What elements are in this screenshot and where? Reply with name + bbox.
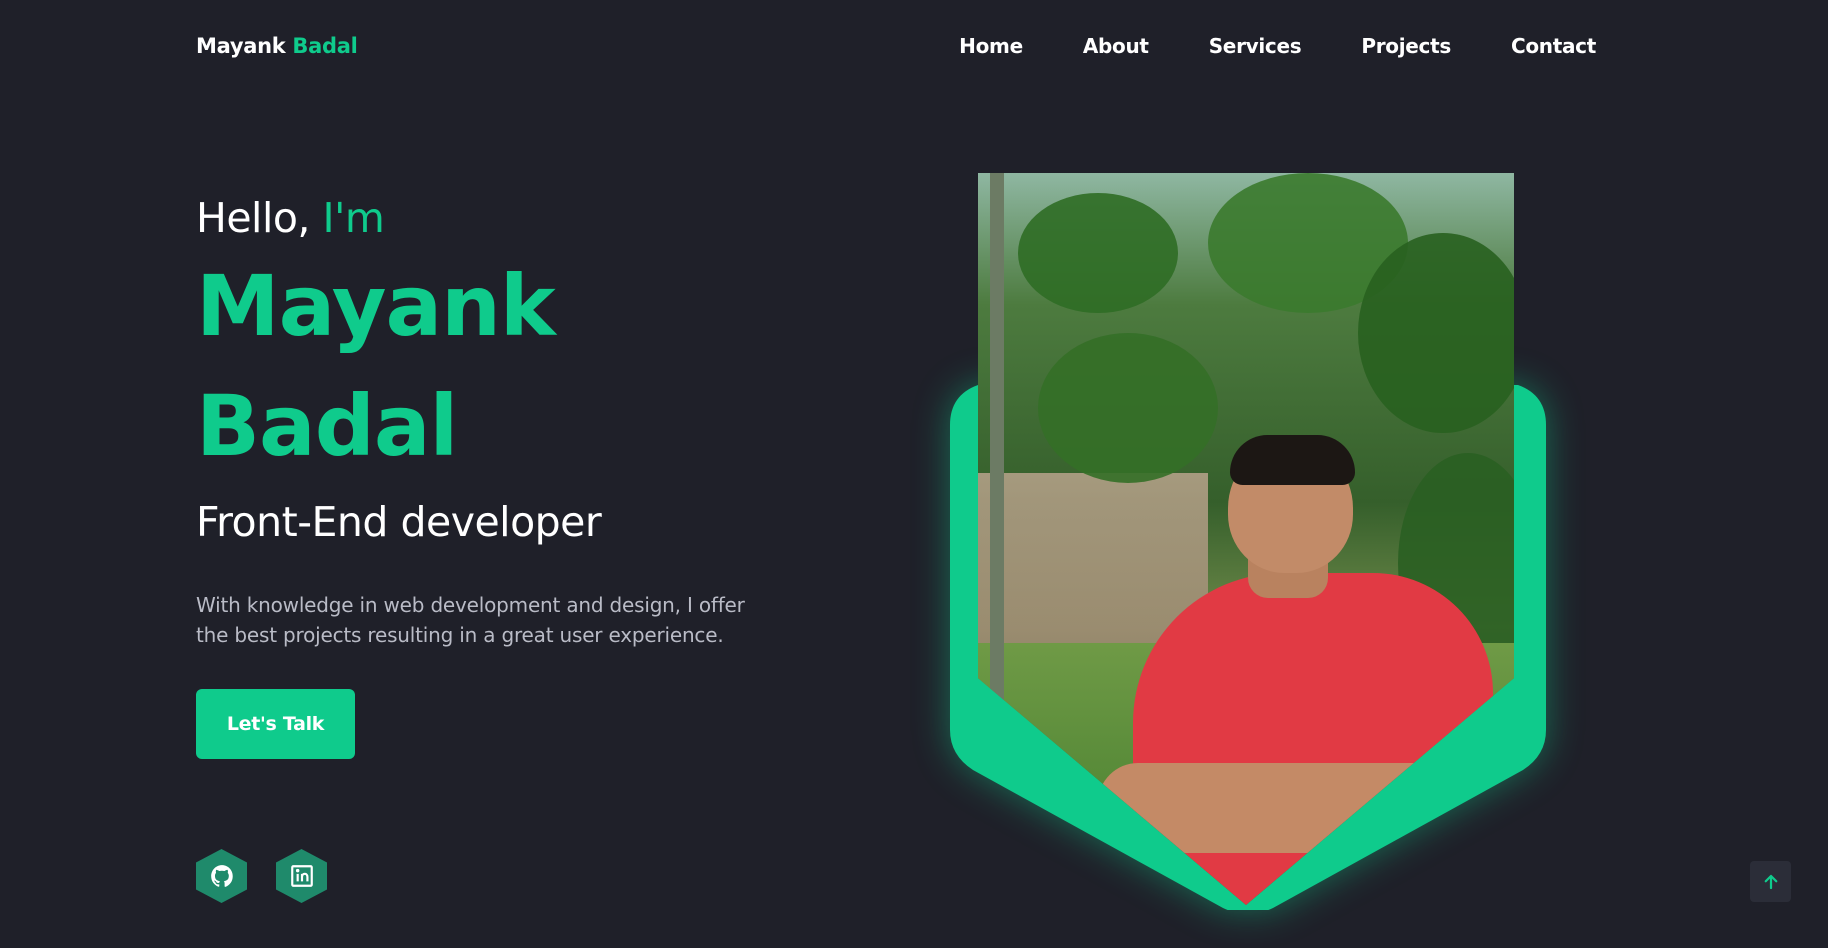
linkedin-icon[interactable] (276, 849, 327, 903)
greeting-im: I'm (322, 194, 385, 242)
hero-role: Front-End developer (196, 498, 602, 546)
logo-last-name: Badal (292, 34, 358, 58)
site-logo[interactable]: Mayank Badal (196, 34, 358, 58)
greeting-hello: Hello, (196, 194, 310, 242)
social-links (196, 849, 327, 903)
navbar: Mayank Badal Home About Services Project… (0, 0, 1828, 96)
hero-intro: Hello, I'm Mayank Badal Front-End develo… (196, 190, 836, 670)
lets-talk-button[interactable]: Let's Talk (196, 689, 355, 759)
logo-first-name: Mayank (196, 34, 286, 58)
nav-link-about[interactable]: About (1083, 34, 1149, 58)
nav-link-projects[interactable]: Projects (1361, 34, 1451, 58)
hero-first-name: Mayank (196, 257, 556, 355)
github-icon[interactable] (196, 849, 247, 903)
nav-link-services[interactable]: Services (1209, 34, 1302, 58)
scroll-to-top-button[interactable] (1750, 861, 1791, 902)
hero-description: With knowledge in web development and de… (196, 593, 745, 647)
hero-last-name: Badal (196, 377, 458, 475)
nav-link-contact[interactable]: Contact (1511, 34, 1596, 58)
hero-portrait (948, 170, 1548, 914)
nav-link-home[interactable]: Home (959, 34, 1023, 58)
hero-greeting: Hello, I'm (196, 190, 836, 246)
nav-menu: Home About Services Projects Contact (899, 34, 1596, 58)
arrow-up-icon (1764, 874, 1777, 889)
